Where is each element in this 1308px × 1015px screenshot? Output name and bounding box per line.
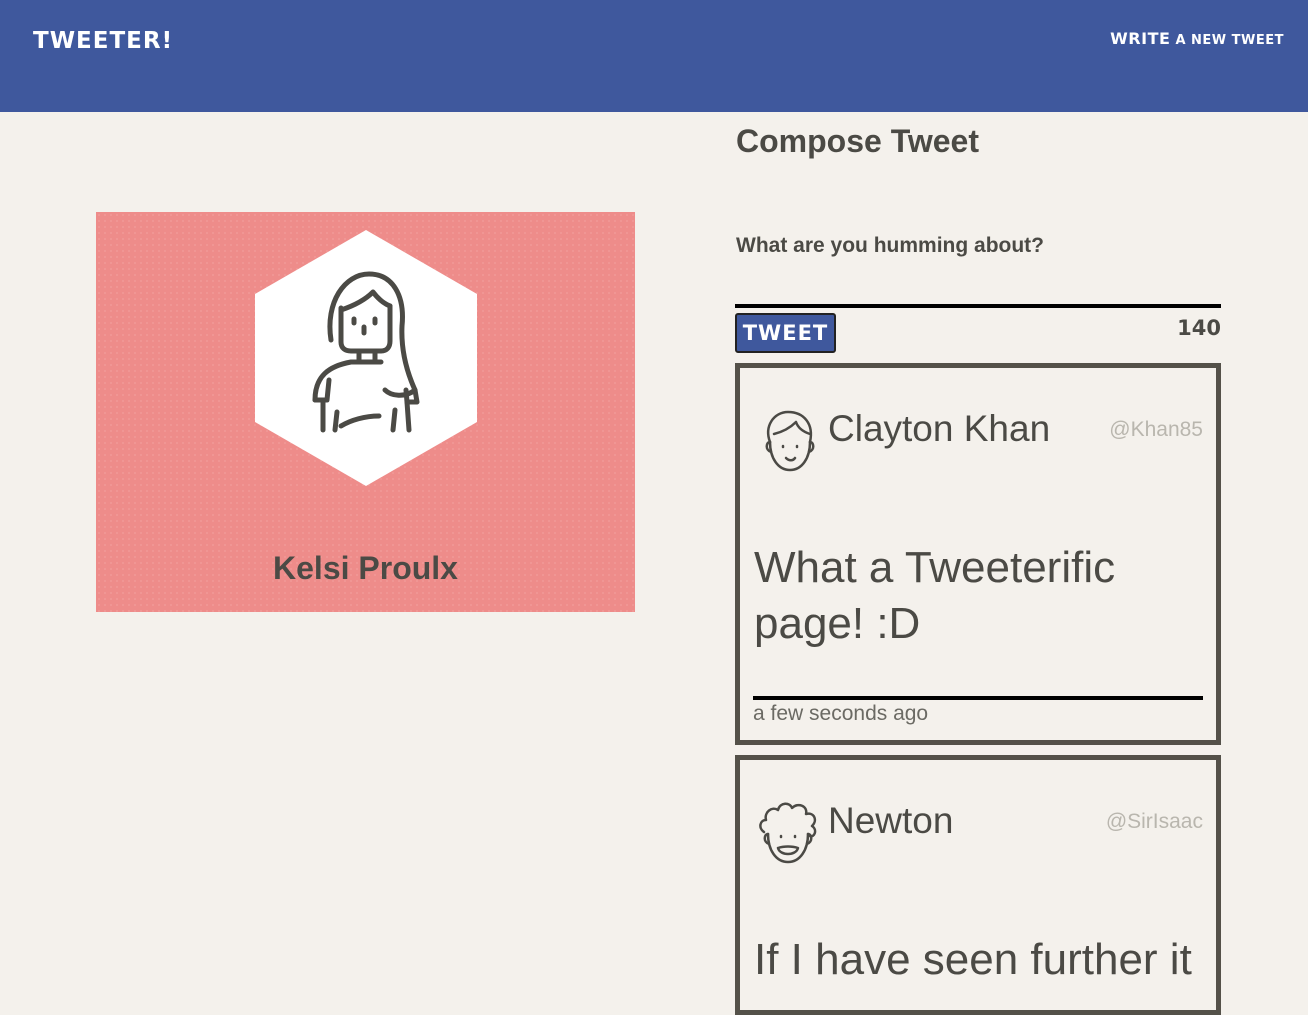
brand-logo[interactable]: TWEETER! (33, 28, 173, 54)
tweet-author-name: Newton (828, 800, 954, 841)
tweet-card: Clayton Khan @Khan85 What a Tweeterific … (735, 363, 1221, 745)
tweet-timestamp: a few seconds ago (753, 696, 1203, 726)
write-link-word1: WRITE (1110, 29, 1171, 48)
tweet-body: What a Tweeterific page! :D (754, 543, 1116, 648)
tweet-author-handle: @Khan85 (1109, 418, 1203, 441)
tweet-author-handle: @SirIsaac (1105, 810, 1203, 833)
tweet-card: Newton @SirIsaac If I have seen further … (735, 755, 1221, 1015)
character-counter: 140 (1177, 316, 1221, 340)
tweet-textarea[interactable] (735, 260, 1221, 308)
profile-name: Kelsi Proulx (273, 550, 458, 586)
write-new-tweet-link[interactable]: WRITE A NEW TWEET (1110, 29, 1284, 48)
woman-avatar-icon (255, 230, 477, 486)
navbar: TWEETER! WRITE A NEW TWEET (0, 0, 1308, 112)
tweet-author-name: Clayton Khan (828, 408, 1051, 449)
curly-hair-avatar-icon (759, 802, 817, 864)
compose-title: Compose Tweet (736, 123, 979, 159)
profile-card: Kelsi Proulx (96, 212, 635, 612)
tweet-body: If I have seen further it (754, 935, 1192, 984)
man-avatar-icon (765, 410, 815, 472)
tweet-button[interactable]: TWEET (735, 313, 836, 353)
compose-label: What are you humming about? (736, 234, 1044, 257)
write-link-rest: A NEW TWEET (1170, 33, 1284, 48)
